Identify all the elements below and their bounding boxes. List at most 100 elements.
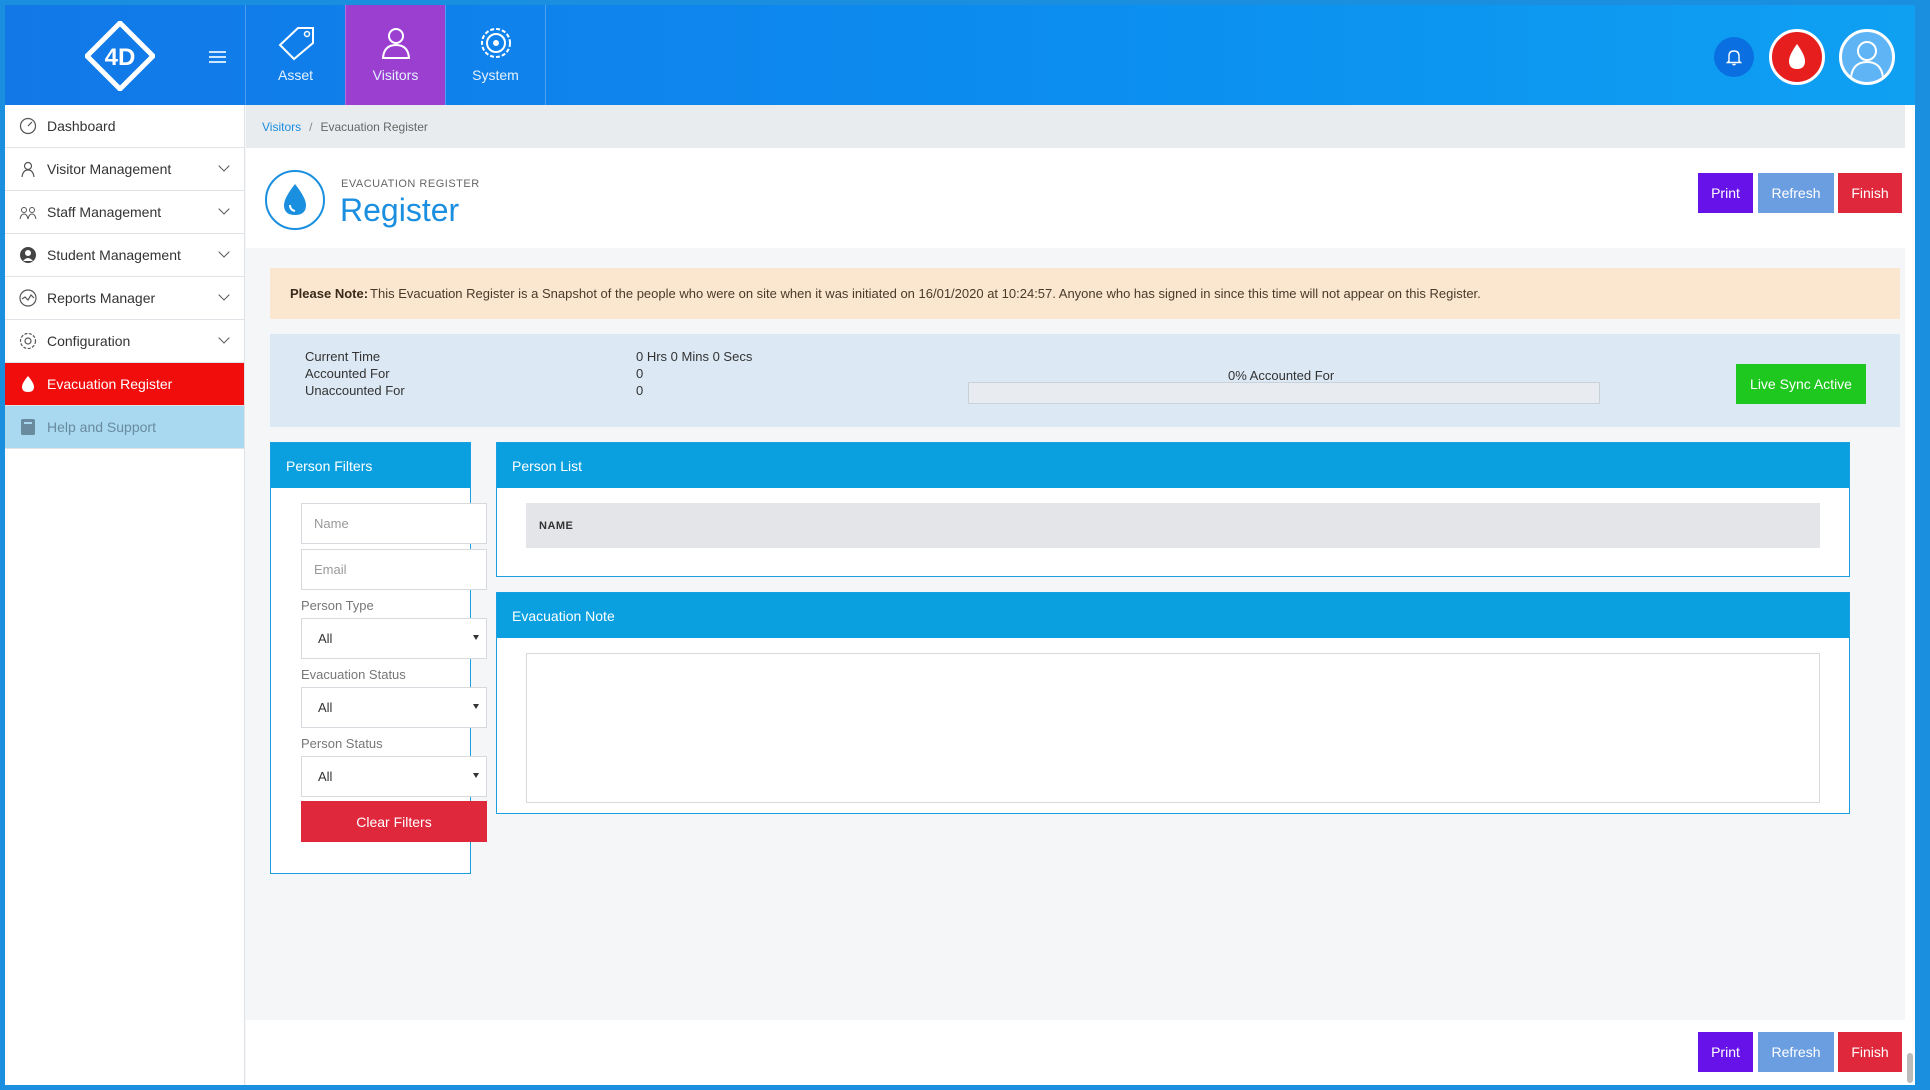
module-visitors[interactable]: Visitors xyxy=(345,5,445,105)
menu-toggle-icon[interactable] xyxy=(209,51,226,63)
module-label: System xyxy=(472,67,519,83)
top-bar: 4D Asset Visitors System xyxy=(5,5,1915,105)
module-asset[interactable]: Asset xyxy=(245,5,345,105)
breadcrumb-separator: / xyxy=(309,119,313,134)
person-list-panel: Person List NAME xyxy=(496,442,1850,577)
footer-actions: Print Refresh Finish xyxy=(246,1020,1915,1085)
page-header: EVACUATION REGISTER Register Print Refre… xyxy=(246,148,1915,248)
notice-label: Please Note: xyxy=(290,286,369,301)
module-label: Visitors xyxy=(372,67,419,83)
progress-label: 0% Accounted For xyxy=(1228,368,1335,383)
live-sync-badge[interactable]: Live Sync Active xyxy=(1736,364,1866,404)
gear-icon xyxy=(480,28,511,58)
table-header-name[interactable]: NAME xyxy=(526,503,1820,548)
person-icon xyxy=(381,28,410,59)
main-content: Visitors / Evacuation Register EVACUATIO… xyxy=(246,105,1915,1085)
chevron-down-icon[interactable] xyxy=(218,332,230,344)
logo-area: 4D xyxy=(5,5,245,105)
print-button[interactable]: Print xyxy=(1698,173,1753,213)
current-time-value: 0 Hrs 0 Mins 0 Secs xyxy=(636,349,753,364)
tag-icon xyxy=(278,27,314,61)
chevron-down-icon[interactable] xyxy=(218,203,230,215)
module-divider xyxy=(545,5,546,105)
current-time-label: Current Time xyxy=(305,349,381,364)
select-value: All xyxy=(318,631,333,646)
chevron-down-icon[interactable] xyxy=(218,289,230,301)
sidebar-item-student-management[interactable]: Student Management xyxy=(5,234,244,277)
person-status-label: Person Status xyxy=(301,736,383,751)
sidebar-item-label: Dashboard xyxy=(47,118,116,134)
person-type-select[interactable]: All xyxy=(301,618,487,659)
finish-button[interactable]: Finish xyxy=(1838,173,1902,213)
clear-filters-button[interactable]: Clear Filters xyxy=(301,801,487,842)
reports-icon xyxy=(19,289,37,307)
caret-down-icon xyxy=(473,704,479,709)
stats-panel: Current Time 0 Hrs 0 Mins 0 Secs Account… xyxy=(270,334,1900,427)
breadcrumb-current: Evacuation Register xyxy=(320,119,428,134)
breadcrumb: Visitors / Evacuation Register xyxy=(246,105,1915,148)
panel-title: Person List xyxy=(497,443,1849,488)
sidebar-item-reports-manager[interactable]: Reports Manager xyxy=(5,277,244,320)
dashboard-icon xyxy=(19,117,37,135)
app-window: 4D Asset Visitors System Dashboard Visit… xyxy=(5,5,1915,1085)
module-label: Asset xyxy=(277,67,313,83)
evacuation-status-label: Evacuation Status xyxy=(301,667,406,682)
page-icon xyxy=(265,170,325,230)
sidebar-item-visitor-management[interactable]: Visitor Management xyxy=(5,148,244,191)
accounted-for-label: Accounted For xyxy=(305,366,390,381)
caret-down-icon xyxy=(473,635,479,640)
sidebar-item-label: Visitor Management xyxy=(47,161,172,177)
evacuation-status-select[interactable]: All xyxy=(301,687,487,728)
panel-title: Evacuation Note xyxy=(497,593,1849,638)
book-icon xyxy=(19,418,37,436)
student-icon xyxy=(19,246,37,264)
refresh-button[interactable]: Refresh xyxy=(1758,173,1834,213)
finish-button-bottom[interactable]: Finish xyxy=(1838,1032,1902,1072)
sidebar-item-help-and-support[interactable]: Help and Support xyxy=(5,406,244,449)
evacuation-button[interactable] xyxy=(1769,29,1825,85)
notice-banner: Please Note: This Evacuation Register is… xyxy=(270,268,1900,319)
sidebar-item-staff-management[interactable]: Staff Management xyxy=(5,191,244,234)
flame-icon xyxy=(19,375,37,393)
user-avatar[interactable] xyxy=(1839,29,1895,85)
user-icon xyxy=(1850,41,1884,78)
page-scrollbar[interactable] xyxy=(1905,105,1915,1085)
chevron-down-icon[interactable] xyxy=(218,246,230,258)
bell-icon xyxy=(1725,50,1743,66)
person-status-select[interactable]: All xyxy=(301,756,487,797)
sidebar-item-configuration[interactable]: Configuration xyxy=(5,320,244,363)
visitor-icon xyxy=(19,160,37,178)
name-input[interactable]: Name xyxy=(301,503,487,544)
page-title: Register xyxy=(340,192,460,228)
sidebar-item-dashboard[interactable]: Dashboard xyxy=(5,105,244,148)
breadcrumb-link-visitors[interactable]: Visitors xyxy=(262,120,301,134)
unaccounted-for-value: 0 xyxy=(636,383,644,398)
page-subtitle: EVACUATION REGISTER xyxy=(341,178,480,190)
chevron-down-icon[interactable] xyxy=(218,160,230,172)
flame-icon xyxy=(1789,44,1805,69)
person-type-label: Person Type xyxy=(301,598,374,613)
sidebar-item-evacuation-register[interactable]: Evacuation Register xyxy=(5,363,244,406)
staff-icon xyxy=(19,203,37,221)
evacuation-note-panel: Evacuation Note xyxy=(496,592,1850,814)
sidebar-item-label: Configuration xyxy=(47,333,131,349)
module-system[interactable]: System xyxy=(445,5,545,105)
scrollbar-thumb[interactable] xyxy=(1907,1053,1913,1083)
notifications-button[interactable] xyxy=(1714,37,1754,77)
person-filters-panel: Person Filters Name Email Person Type Al… xyxy=(270,442,487,874)
evacuation-note-textarea[interactable] xyxy=(526,653,1820,803)
refresh-button-bottom[interactable]: Refresh xyxy=(1758,1032,1834,1072)
accounted-for-value: 0 xyxy=(636,366,644,381)
sidebar-item-label: Help and Support xyxy=(47,419,156,435)
notice-text: This Evacuation Register is a Snapshot o… xyxy=(370,286,1481,301)
select-value: All xyxy=(318,769,333,784)
sidebar: Dashboard Visitor Management Staff Manag… xyxy=(5,105,245,1085)
logo-icon[interactable]: 4D xyxy=(85,21,155,91)
select-value: All xyxy=(318,700,333,715)
config-gear-icon xyxy=(19,332,37,350)
panel-title: Person Filters xyxy=(271,443,470,488)
email-input[interactable]: Email xyxy=(301,549,487,590)
unaccounted-for-label: Unaccounted For xyxy=(305,383,405,398)
water-drop-icon xyxy=(284,184,306,215)
print-button-bottom[interactable]: Print xyxy=(1698,1032,1753,1072)
